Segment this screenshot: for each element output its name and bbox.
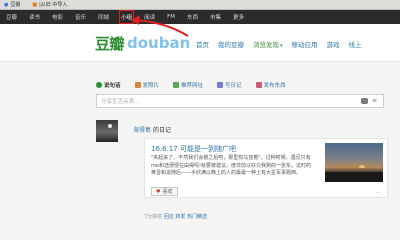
main-nav: 首页 我的豆瓣 浏览发现▾ 移动应用 游戏 线上 xyxy=(196,39,371,49)
topnav-item-location[interactable]: 同城 xyxy=(97,11,110,23)
camera-icon[interactable] xyxy=(361,98,368,104)
photo-icon xyxy=(134,82,141,88)
feed-action: 的日记 xyxy=(152,127,171,134)
topnav-item-market[interactable]: 市集 xyxy=(209,11,222,23)
post-photo-tab[interactable]: 发照片 xyxy=(134,81,159,89)
topic-link[interactable]: 热门精选 xyxy=(187,214,207,220)
folder-icon: ■ xyxy=(32,2,38,8)
topnav-item-douban[interactable]: 豆瓣 xyxy=(5,11,18,23)
feed-title: 海得島 的日记 xyxy=(133,125,171,134)
topnav-item-movie[interactable]: 电影 xyxy=(51,11,64,23)
heart-icon: ♥ xyxy=(156,188,161,195)
topnav-item-music[interactable]: 音乐 xyxy=(74,11,87,23)
status-input[interactable]: 分享生活点滴... ≡ xyxy=(96,94,384,108)
nav-mobile-apps[interactable]: 移动应用 xyxy=(292,39,318,49)
card-more-link[interactable]: ... xyxy=(376,189,381,195)
bookmarks-bar: ● 豆瓣 ■ |从旧 中导入 xyxy=(0,0,400,10)
douban-logo[interactable]: 豆瓣 douban xyxy=(95,33,190,53)
nav-my-douban[interactable]: 我的豆瓣 xyxy=(218,39,244,49)
global-nav: 豆瓣 读书 电影 音乐 同城 小组 阅读 FM 东西 市集 更多 xyxy=(0,10,400,24)
bookmark-item[interactable]: ● 豆瓣 xyxy=(4,1,20,8)
treeline-icon xyxy=(325,172,383,182)
site-header: 豆瓣 douban 首页 我的豆瓣 浏览发现▾ 移动应用 游戏 线上 xyxy=(0,24,400,62)
nav-explore[interactable]: 浏览发现▾ xyxy=(253,39,283,49)
diary-title-link[interactable]: 16.6.17 可能是一到随广吧 xyxy=(151,144,236,154)
tag-icon xyxy=(255,82,262,88)
topnav-item-read[interactable]: 阅读 xyxy=(143,11,156,23)
diary-thumbnail[interactable] xyxy=(325,143,383,182)
diary-card: 16.6.17 可能是一到随广吧 "夹起来了。不然我们会被之后吧，那里有马挂着"… xyxy=(144,138,388,198)
speech-icon xyxy=(96,82,102,88)
write-diary-tab[interactable]: 写日记 xyxy=(217,81,242,89)
topnav-item-group[interactable]: 小组 xyxy=(119,10,135,24)
topnav-item-dongxi[interactable]: 东西 xyxy=(186,11,199,23)
pencil-icon xyxy=(217,82,224,88)
moon-icon xyxy=(108,124,112,128)
sunset-icon xyxy=(359,165,365,168)
recommend-link-tab[interactable]: 推荐网址 xyxy=(173,81,203,89)
avatar[interactable] xyxy=(96,120,118,142)
status-input-tools: ≡ xyxy=(357,98,379,104)
topnav-item-more[interactable]: 更多 xyxy=(232,11,245,23)
logo-text-en: douban xyxy=(127,34,191,52)
feed-item: 海得島 的日记 16.6.17 可能是一到随广吧 "夹起来了。不然我们会被之后吧… xyxy=(96,120,394,220)
nav-home[interactable]: 首页 xyxy=(196,39,209,49)
feed-user-link[interactable]: 海得島 xyxy=(133,127,151,134)
say-something-tab[interactable]: 说句话 xyxy=(96,81,121,89)
topnav-item-book[interactable]: 读书 xyxy=(28,11,41,23)
publish-item-tab[interactable]: 发布东西 xyxy=(255,81,286,89)
nav-games[interactable]: 游戏 xyxy=(327,39,340,49)
logo-text-cn: 豆瓣 xyxy=(95,34,125,53)
feed-meta: 7分钟前 回应 转发 热门精选 xyxy=(144,213,207,220)
bookmark-import-item[interactable]: ■ |从旧 中导入 xyxy=(32,1,67,8)
chevron-down-icon: ▾ xyxy=(280,43,283,49)
more-icon[interactable]: ≡ xyxy=(372,98,379,104)
feed-time: 7分钟前 xyxy=(144,214,163,220)
reply-link[interactable]: 回应 xyxy=(164,214,174,220)
diary-excerpt: "夹起来了。不然我们会被之后吧，那里有马挂着"，过种时候，遇见只有me和选便便在… xyxy=(151,155,311,176)
status-toolbar: 说句话 发照片 推荐网址 写日记 发布东西 xyxy=(96,80,384,90)
link-icon xyxy=(173,82,180,88)
nav-online[interactable]: 线上 xyxy=(349,39,362,49)
topnav-item-fm[interactable]: FM xyxy=(166,12,176,22)
share-link[interactable]: 转发 xyxy=(175,214,185,220)
status-input-placeholder: 分享生活点滴... xyxy=(101,99,140,105)
like-button[interactable]: ♥ 喜欢 xyxy=(151,187,178,196)
bookmark-icon: ● xyxy=(4,2,9,8)
